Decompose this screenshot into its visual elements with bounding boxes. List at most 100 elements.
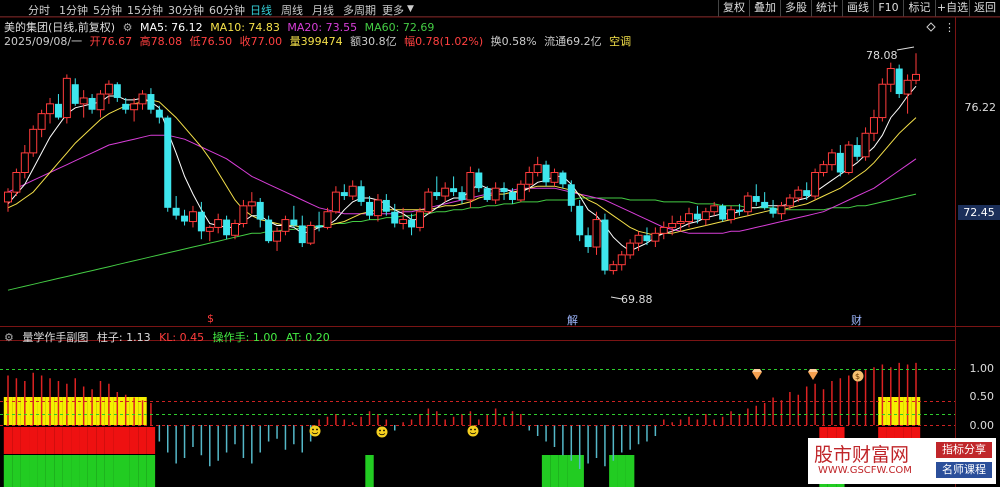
candle[interactable] <box>79 90 88 118</box>
event-mark-cai[interactable]: 财 <box>851 312 862 328</box>
candle[interactable] <box>811 168 820 200</box>
candle[interactable] <box>576 199 584 242</box>
candle[interactable] <box>853 137 861 161</box>
candle[interactable] <box>626 239 635 259</box>
candle[interactable] <box>247 192 256 214</box>
candle[interactable] <box>651 227 660 248</box>
candle[interactable] <box>290 205 298 228</box>
candle[interactable] <box>399 207 408 230</box>
candle[interactable] <box>450 176 458 197</box>
candle[interactable] <box>348 180 357 200</box>
candle[interactable] <box>878 78 887 122</box>
candle[interactable] <box>836 145 844 177</box>
candle[interactable] <box>181 209 189 226</box>
event-mark-jie[interactable]: 解 <box>567 312 578 328</box>
candle[interactable] <box>475 168 483 193</box>
candle[interactable] <box>861 127 870 161</box>
candle[interactable] <box>29 125 38 157</box>
candle[interactable] <box>743 192 752 216</box>
candle[interactable] <box>357 180 365 206</box>
candle[interactable] <box>550 168 559 187</box>
candle[interactable] <box>366 196 374 220</box>
candle[interactable] <box>138 90 147 110</box>
candle[interactable] <box>601 213 609 275</box>
candle[interactable] <box>869 109 878 142</box>
candle[interactable] <box>214 213 223 234</box>
candle[interactable] <box>130 97 139 122</box>
candle[interactable] <box>391 203 399 228</box>
candle[interactable] <box>567 180 575 212</box>
candle[interactable] <box>88 94 96 114</box>
candle[interactable] <box>331 186 340 214</box>
candle[interactable] <box>903 74 912 114</box>
candle[interactable] <box>408 213 416 236</box>
candle[interactable] <box>306 221 315 246</box>
candle[interactable] <box>701 207 710 226</box>
candle[interactable] <box>659 221 668 240</box>
candle[interactable] <box>96 90 105 118</box>
candle[interactable] <box>4 188 12 212</box>
candle[interactable] <box>12 168 21 197</box>
candle[interactable] <box>827 148 836 171</box>
candle[interactable] <box>223 215 231 240</box>
candle[interactable] <box>113 82 121 102</box>
event-mark-dollar[interactable]: $ <box>207 312 214 325</box>
candle[interactable] <box>643 227 651 246</box>
candle[interactable] <box>46 97 55 124</box>
kline-chart[interactable]: ⋮ $ <box>0 0 1000 487</box>
candle[interactable] <box>912 53 920 85</box>
candle[interactable] <box>819 160 828 177</box>
candle[interactable] <box>172 196 180 220</box>
candle[interactable] <box>265 215 273 244</box>
candle[interactable] <box>719 203 727 222</box>
candle[interactable] <box>147 88 155 114</box>
diamond-icon[interactable] <box>926 22 936 32</box>
candle[interactable] <box>298 215 306 248</box>
sub-indicator-title[interactable]: 量学作手副图 <box>22 331 88 344</box>
candle[interactable] <box>382 194 390 216</box>
candle[interactable] <box>777 201 786 220</box>
candle[interactable] <box>803 182 811 200</box>
candle[interactable] <box>373 194 382 222</box>
candle[interactable] <box>559 170 567 189</box>
candle[interactable] <box>62 74 71 124</box>
candle[interactable] <box>104 80 113 104</box>
candle[interactable] <box>886 62 895 93</box>
candle[interactable] <box>54 94 62 120</box>
candle[interactable] <box>20 145 29 179</box>
candle[interactable] <box>769 199 777 218</box>
candle[interactable] <box>340 184 348 200</box>
candle[interactable] <box>281 215 290 236</box>
candle[interactable] <box>466 166 475 208</box>
candle[interactable] <box>542 160 550 187</box>
candle[interactable] <box>491 182 500 204</box>
candle[interactable] <box>424 188 433 214</box>
candle[interactable] <box>752 184 760 206</box>
candle[interactable] <box>500 182 508 200</box>
candle[interactable] <box>164 115 172 212</box>
candle[interactable] <box>516 180 525 202</box>
candle[interactable] <box>483 186 491 202</box>
candle[interactable] <box>727 205 736 224</box>
candle[interactable] <box>71 78 79 106</box>
candle[interactable] <box>197 201 205 240</box>
candle[interactable] <box>188 205 197 228</box>
options-icon[interactable]: ⋮ <box>944 21 955 34</box>
sub-settings-gear-icon[interactable]: ⚙ <box>4 331 14 344</box>
candle[interactable] <box>895 64 903 98</box>
candle[interactable] <box>609 260 618 275</box>
candle[interactable] <box>205 225 214 242</box>
candle[interactable] <box>415 207 424 232</box>
watermark-tag-course[interactable]: 名师课程 <box>936 462 992 478</box>
candle[interactable] <box>533 156 542 177</box>
candle[interactable] <box>273 227 282 251</box>
candle[interactable] <box>239 199 248 228</box>
candle[interactable] <box>433 176 441 200</box>
candle[interactable] <box>761 192 769 210</box>
candle[interactable] <box>584 227 592 253</box>
candle[interactable] <box>458 186 466 204</box>
candle[interactable] <box>256 198 264 228</box>
candle[interactable] <box>155 105 163 124</box>
watermark-tag-share[interactable]: 指标分享 <box>936 442 992 458</box>
candle[interactable] <box>617 250 626 271</box>
